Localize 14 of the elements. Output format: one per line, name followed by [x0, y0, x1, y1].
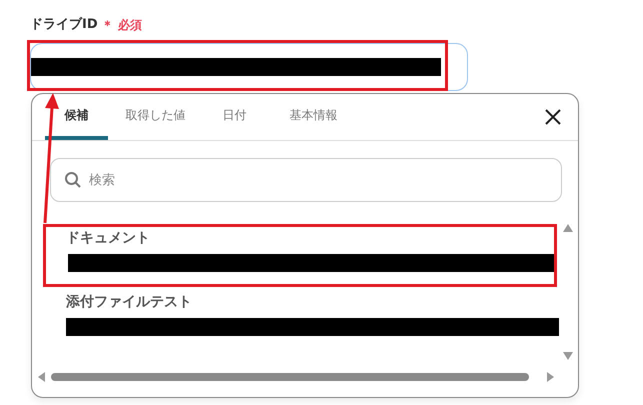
tab[interactable]: 取得した値 [124, 106, 187, 140]
scrollbar-thumb[interactable] [51, 373, 529, 381]
tab[interactable]: 基本情報 [282, 106, 345, 140]
scroll-left-icon[interactable] [38, 372, 45, 382]
item-title[interactable]: ドキュメント [66, 228, 558, 254]
item-title[interactable]: 添付ファイルテスト [66, 292, 558, 318]
scroll-up-icon[interactable] [563, 224, 573, 232]
field-label: ドライブID [30, 16, 98, 34]
search-field[interactable]: 検索 [50, 158, 562, 202]
scroll-right-icon[interactable] [547, 372, 554, 382]
required-label: ＊ 必須 [102, 17, 142, 34]
tab[interactable]: 日付 [203, 106, 266, 140]
scroll-down-icon[interactable] [563, 352, 573, 360]
search-icon [64, 171, 82, 189]
